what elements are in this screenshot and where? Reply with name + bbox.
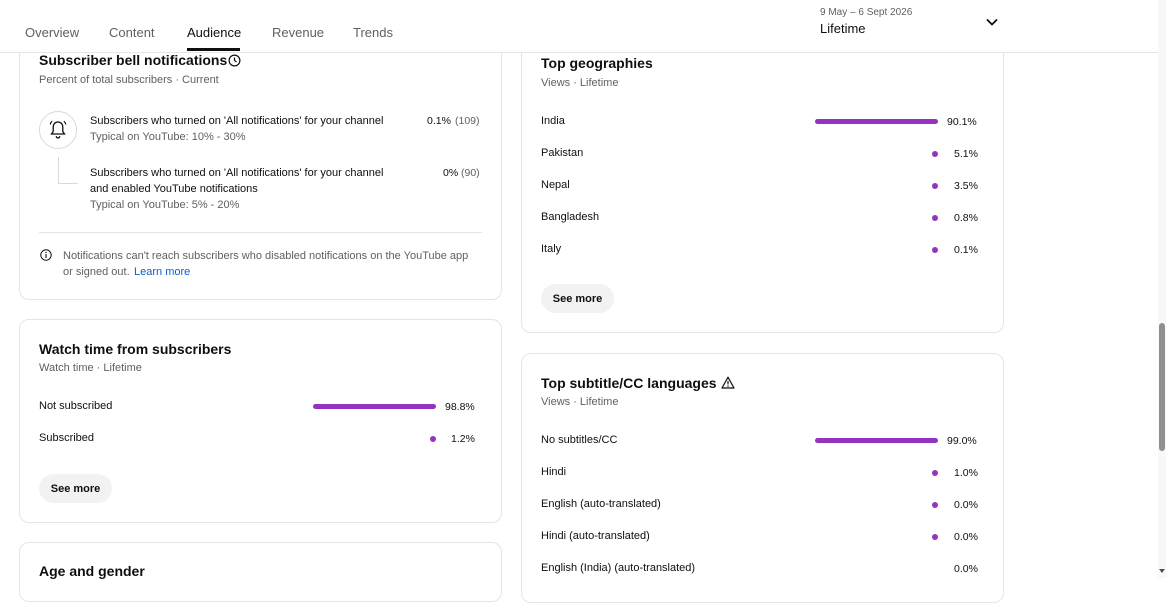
bell-item-youtube-notifications-line2: and enabled YouTube notifications (90, 183, 258, 195)
percentage-bar (815, 119, 938, 124)
percentage-dot (932, 247, 938, 253)
bell-icon-container (39, 111, 77, 149)
row-label: English (auto-translated) (541, 498, 661, 510)
row-label: Bangladesh (541, 211, 600, 223)
row-value: 90.1% (947, 116, 977, 128)
row-label: Pakistan (541, 147, 584, 159)
percentage-dot (932, 151, 938, 157)
bell-item-count: (109) (455, 115, 480, 127)
tab-audience[interactable]: Audience (187, 25, 241, 40)
card-subtitle: Watch time · Lifetime (39, 362, 142, 374)
bell-notifications-card: Subscriber bell notifications Percent of… (19, 30, 502, 300)
percentage-dot (430, 436, 436, 442)
period-selector[interactable]: Lifetime (820, 21, 866, 36)
percentage-dot (932, 534, 938, 540)
tab-content[interactable]: Content (109, 25, 155, 40)
percentage-bar (313, 404, 436, 409)
bell-item-percent: 0% (443, 167, 459, 179)
scrollbar-thumb[interactable] (1159, 323, 1165, 451)
chevron-down-icon[interactable] (984, 14, 1000, 30)
card-subtitle: Views · Lifetime (541, 396, 619, 408)
row-label: No subtitles/CC (541, 434, 618, 446)
row-label: Italy (541, 243, 562, 255)
warning-icon[interactable] (721, 376, 735, 389)
learn-more-link[interactable]: Learn more (134, 266, 190, 278)
card-title: Top geographies (541, 55, 653, 71)
row-value: 1.0% (954, 467, 978, 479)
tab-overview[interactable]: Overview (25, 25, 79, 40)
top-geographies-card: Top geographies Views · Lifetime India 9… (521, 30, 1004, 333)
info-icon (40, 249, 52, 261)
date-range-label: 9 May – 6 Sept 2026 (820, 7, 913, 18)
bell-item-typical: Typical on YouTube: 5% - 20% (90, 199, 240, 211)
scroll-down-arrow-icon[interactable] (1158, 566, 1166, 576)
row-value: 98.8% (445, 401, 475, 413)
row-value: 0.1% (954, 244, 978, 256)
notifications-note-line2: or signed out. (63, 266, 130, 278)
row-label: India (541, 115, 565, 127)
row-label: Subscribed (39, 432, 95, 444)
card-subtitle: Percent of total subscribers · Current (39, 74, 219, 86)
percentage-dot (932, 215, 938, 221)
bell-item-percent: 0.1% (427, 115, 451, 127)
analytics-header: Overview Content Audience Revenue Trends… (0, 0, 1158, 53)
row-value: 0.8% (954, 212, 978, 224)
see-more-button[interactable]: See more (39, 474, 112, 503)
row-value: 0.0% (954, 563, 978, 575)
row-label: Hindi (541, 466, 567, 478)
bell-item-youtube-notifications: Subscribers who turned on 'All notificat… (90, 167, 384, 179)
card-title: Watch time from subscribers (39, 341, 232, 357)
bell-item-all-notifications: Subscribers who turned on 'All notificat… (90, 115, 384, 127)
row-value: 99.0% (947, 435, 977, 447)
bell-item-count: (90) (461, 167, 480, 179)
row-label: English (India) (auto-translated) (541, 562, 696, 574)
row-label: Not subscribed (39, 400, 113, 412)
row-value: 3.5% (954, 180, 978, 192)
row-value: 0.0% (954, 531, 978, 543)
clock-icon[interactable] (228, 54, 241, 67)
tab-trends[interactable]: Trends (353, 25, 393, 40)
row-label: Nepal (541, 179, 570, 191)
notifications-note: Notifications can't reach subscribers wh… (63, 250, 469, 262)
bell-icon (49, 120, 67, 139)
percentage-bar (815, 438, 938, 443)
row-value: 5.1% (954, 148, 978, 160)
card-title: Top subtitle/CC languages (541, 375, 717, 391)
tree-connector (58, 157, 78, 184)
percentage-dot (932, 183, 938, 189)
divider (39, 232, 482, 233)
row-value: 1.2% (451, 433, 475, 445)
tab-revenue[interactable]: Revenue (272, 25, 324, 40)
row-value: 0.0% (954, 499, 978, 511)
see-more-button[interactable]: See more (541, 284, 614, 313)
percentage-dot (932, 470, 938, 476)
scrollbar-track[interactable] (1158, 0, 1166, 578)
card-title: Subscriber bell notifications (39, 52, 228, 68)
percentage-dot (932, 502, 938, 508)
row-label: Hindi (auto-translated) (541, 530, 650, 542)
top-subtitle-languages-card: Top subtitle/CC languages Views · Lifeti… (521, 353, 1004, 603)
card-title: Age and gender (39, 563, 145, 579)
active-tab-indicator (187, 48, 240, 51)
age-gender-card: Age and gender (19, 542, 502, 602)
bell-item-typical: Typical on YouTube: 10% - 30% (90, 131, 246, 143)
watch-time-card: Watch time from subscribers Watch time ·… (19, 319, 502, 523)
card-subtitle: Views · Lifetime (541, 77, 619, 89)
